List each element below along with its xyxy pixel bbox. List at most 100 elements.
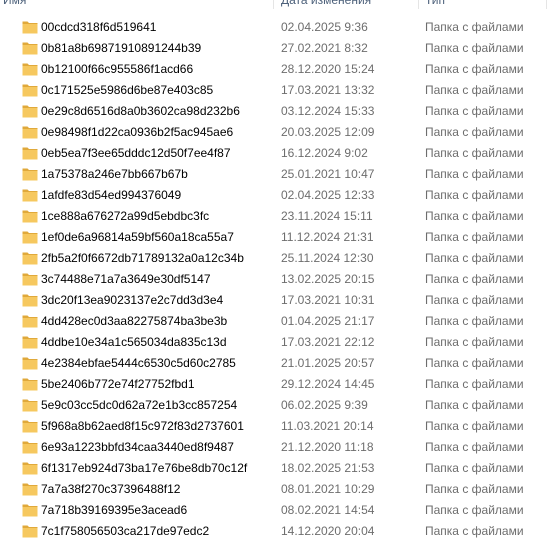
file-row[interactable]: 5be2406b772e74f27752fbd1 29.12.2024 14:45… xyxy=(0,374,555,395)
file-row[interactable]: 0e29c8d6516d8a0b3602ca98d232b6 03.12.2024… xyxy=(0,101,555,122)
file-name: 7a718b39169395e3acead6 xyxy=(41,503,188,517)
file-row[interactable]: 3dc20f13ea9023137e2c7dd3d3e4 17.03.2021 1… xyxy=(0,290,555,311)
folder-icon xyxy=(22,399,38,412)
folder-icon xyxy=(22,231,38,244)
file-row[interactable]: 0b81a8b69871910891244b39 27.02.2021 8:32 П… xyxy=(0,38,555,59)
file-list: 00cdcd318f6d519641 02.04.2025 9:36 Папка с… xyxy=(0,17,555,542)
file-date-modified: 28.12.2020 15:24 xyxy=(281,62,375,76)
file-date-modified: 08.01.2021 10:29 xyxy=(281,482,375,496)
folder-icon xyxy=(22,273,38,286)
file-name: 0b12100f66c955586f1acd66 xyxy=(41,62,194,76)
column-header-type[interactable]: Тип xyxy=(425,0,445,9)
file-row[interactable]: 0c171525e5986d6be87e403c85 17.03.2021 13:… xyxy=(0,80,555,101)
file-type: Папка с файлами xyxy=(425,104,524,118)
file-row[interactable]: 1a75378a246e7bb667b67b 25.01.2021 10:47 Па… xyxy=(0,164,555,185)
file-row[interactable]: 0eb5ea7f3ee65dddc12d50f7ee4f87 16.12.2024… xyxy=(0,143,555,164)
folder-icon xyxy=(22,357,38,370)
file-row[interactable]: 6e93a1223bbfd34caa3440ed8f9487 21.12.2020… xyxy=(0,437,555,458)
file-row[interactable]: 3c74488e71a7a3649e30df5147 13.02.2025 20:… xyxy=(0,269,555,290)
file-date-modified: 21.01.2025 20:57 xyxy=(281,356,375,370)
file-row[interactable]: 7a718b39169395e3acead6 08.02.2021 14:54 Па… xyxy=(0,500,555,521)
file-type: Папка с файлами xyxy=(425,377,524,391)
folder-icon xyxy=(22,21,38,34)
file-name: 0c171525e5986d6be87e403c85 xyxy=(41,83,214,97)
file-name: 4dd428ec0d3aa82275874ba3be3b xyxy=(41,314,228,328)
file-name: 7a7a38f270c37396488f12 xyxy=(41,482,181,496)
file-row[interactable]: 4ddbe10e34a1c565034da835c13d 17.03.2021 2… xyxy=(0,332,555,353)
folder-icon xyxy=(22,420,38,433)
folder-icon xyxy=(22,504,38,517)
file-date-modified: 03.12.2024 15:33 xyxy=(281,104,375,118)
file-row[interactable]: 00cdcd318f6d519641 02.04.2025 9:36 Папка с… xyxy=(0,17,555,38)
folder-icon xyxy=(22,483,38,496)
folder-icon xyxy=(22,42,38,55)
file-name: 4ddbe10e34a1c565034da835c13d xyxy=(41,335,227,349)
file-date-modified: 21.12.2020 11:18 xyxy=(281,440,374,454)
file-row[interactable]: 5e9c03cc5dc0d62a72e1b3cc857254 06.02.2025… xyxy=(0,395,555,416)
file-row[interactable]: 2fb5a2f0f6672db71789132a0a12c34b 25.11.20… xyxy=(0,248,555,269)
file-name: 1ef0de6a96814a59bf560a18ca55a7 xyxy=(41,230,234,244)
file-date-modified: 08.02.2021 14:54 xyxy=(281,503,375,517)
file-date-modified: 17.03.2021 10:31 xyxy=(281,293,375,307)
file-name: 6f1317eb924d73ba17e76be8db70c12f xyxy=(41,461,248,475)
file-name: 0e98498f1d22ca0936b2f5ac945ae6 xyxy=(41,125,234,139)
file-row[interactable]: 1afdfe83d54ed994376049 02.04.2025 12:33 Па… xyxy=(0,185,555,206)
file-type: Папка с файлами xyxy=(425,83,524,97)
file-date-modified: 29.12.2024 14:45 xyxy=(281,377,375,391)
file-type: Папка с файлами xyxy=(425,62,524,76)
file-date-modified: 18.02.2025 21:53 xyxy=(281,461,375,475)
folder-icon xyxy=(22,378,38,391)
file-name: 00cdcd318f6d519641 xyxy=(41,20,157,34)
file-row[interactable]: 5f968a8b62aed8f15c972f83d2737601 11.03.20… xyxy=(0,416,555,437)
file-date-modified: 20.03.2025 12:09 xyxy=(281,125,375,139)
file-date-modified: 25.11.2024 12:30 xyxy=(281,251,374,265)
file-row[interactable]: 1ef0de6a96814a59bf560a18ca55a7 11.12.2024… xyxy=(0,227,555,248)
file-date-modified: 23.11.2024 15:11 xyxy=(281,209,373,223)
file-type: Папка с файлами xyxy=(425,146,524,160)
column-divider[interactable] xyxy=(418,0,419,9)
file-row[interactable]: 7c1f758056503ca217de97edc2 14.12.2020 20:… xyxy=(0,521,555,542)
file-type: Папка с файлами xyxy=(425,461,524,475)
file-row[interactable]: 4e2384ebfae5444c6530c5d60c2785 21.01.2025… xyxy=(0,353,555,374)
folder-icon xyxy=(22,105,38,118)
folder-icon xyxy=(22,294,38,307)
file-type: Папка с файлами xyxy=(425,188,524,202)
file-date-modified: 11.03.2021 20:14 xyxy=(281,419,374,433)
file-row[interactable]: 1ce888a676272a99d5ebdbc3fc 23.11.2024 15:… xyxy=(0,206,555,227)
file-name: 5e9c03cc5dc0d62a72e1b3cc857254 xyxy=(41,398,238,412)
file-name: 5be2406b772e74f27752fbd1 xyxy=(41,377,195,391)
file-row[interactable]: 7a7a38f270c37396488f12 08.01.2021 10:29 Па… xyxy=(0,479,555,500)
file-name: 6e93a1223bbfd34caa3440ed8f9487 xyxy=(41,440,234,454)
folder-icon xyxy=(22,441,38,454)
file-name: 5f968a8b62aed8f15c972f83d2737601 xyxy=(41,419,244,433)
file-type: Папка с файлами xyxy=(425,503,524,517)
file-date-modified: 06.02.2025 9:39 xyxy=(281,398,368,412)
column-header-name[interactable]: Имя xyxy=(3,0,26,9)
folder-icon xyxy=(22,189,38,202)
file-name: 7c1f758056503ca217de97edc2 xyxy=(41,524,210,538)
file-date-modified: 11.12.2024 21:31 xyxy=(281,230,374,244)
file-row[interactable]: 0b12100f66c955586f1acd66 28.12.2020 15:24… xyxy=(0,59,555,80)
file-date-modified: 16.12.2024 9:02 xyxy=(281,146,368,160)
file-type: Папка с файлами xyxy=(425,524,524,538)
file-name: 3dc20f13ea9023137e2c7dd3d3e4 xyxy=(41,293,224,307)
folder-icon xyxy=(22,525,38,538)
file-type: Папка с файлами xyxy=(425,167,524,181)
file-row[interactable]: 0e98498f1d22ca0936b2f5ac945ae6 20.03.2025… xyxy=(0,122,555,143)
file-row[interactable]: 4dd428ec0d3aa82275874ba3be3b 01.04.2025 2… xyxy=(0,311,555,332)
file-date-modified: 14.12.2020 20:04 xyxy=(281,524,375,538)
file-date-modified: 13.02.2025 20:15 xyxy=(281,272,375,286)
column-divider[interactable] xyxy=(273,0,274,9)
column-divider[interactable] xyxy=(546,0,547,9)
column-header-date[interactable]: Дата изменения xyxy=(281,0,371,9)
folder-icon xyxy=(22,84,38,97)
file-type: Папка с файлами xyxy=(425,20,524,34)
file-type: Папка с файлами xyxy=(425,482,524,496)
file-type: Папка с файлами xyxy=(425,272,524,286)
folder-icon xyxy=(22,126,38,139)
file-row[interactable]: 6f1317eb924d73ba17e76be8db70c12f 18.02.20… xyxy=(0,458,555,479)
folder-icon xyxy=(22,147,38,160)
file-type: Папка с файлами xyxy=(425,335,524,349)
file-type: Папка с файлами xyxy=(425,251,524,265)
file-type: Папка с файлами xyxy=(425,209,524,223)
